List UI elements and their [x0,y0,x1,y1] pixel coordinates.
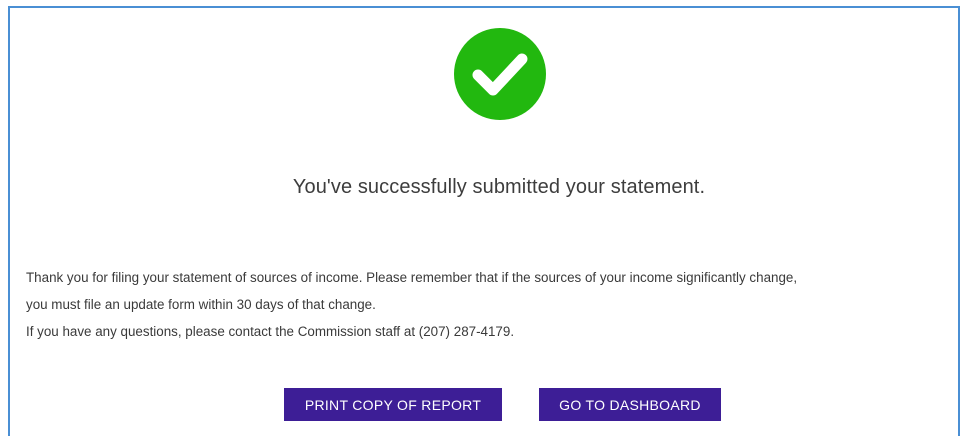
message-line-3: If you have any questions, please contac… [26,324,515,339]
message-line-2: you must file an update form within 30 d… [26,297,376,312]
success-headline: You've successfully submitted your state… [292,176,706,198]
confirmation-panel: You've successfully submitted your state… [8,6,960,436]
check-circle-icon [454,28,546,120]
confirmation-message: Thank you for filing your statement of s… [26,264,956,345]
go-to-dashboard-button[interactable]: GO TO DASHBOARD [539,388,721,421]
message-line-1: Thank you for filing your statement of s… [26,270,798,285]
print-report-button[interactable]: PRINT COPY OF REPORT [284,388,502,421]
